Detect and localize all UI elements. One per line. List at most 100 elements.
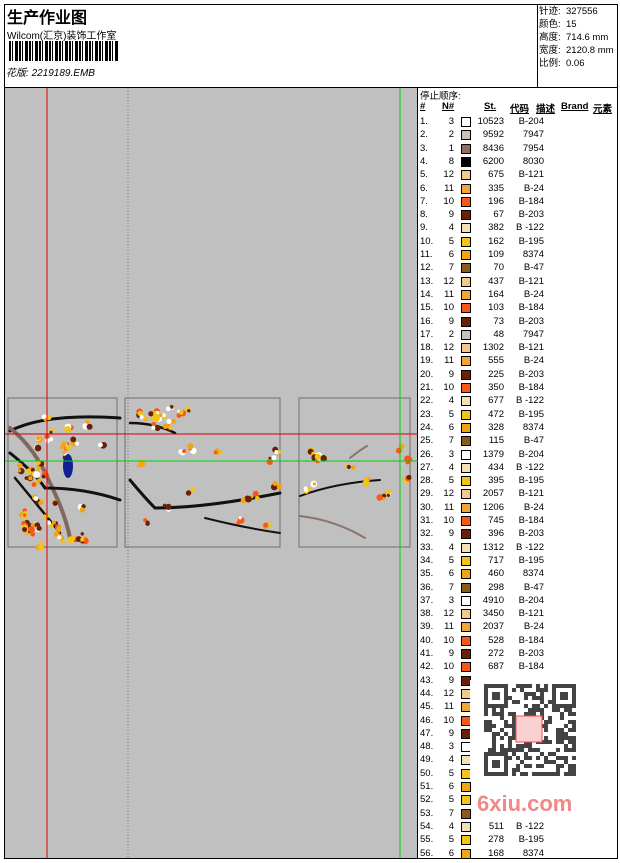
needle-number: 11 <box>444 182 454 194</box>
row-index: 39. <box>420 621 434 633</box>
flower-stitch <box>276 483 283 489</box>
flower-stitch <box>45 438 51 444</box>
flower-stitch <box>254 495 260 501</box>
needle-number: 5 <box>448 834 454 846</box>
flower-stitch <box>159 413 163 418</box>
row-index: 9. <box>420 222 428 234</box>
color-swatch <box>461 555 471 566</box>
row-index: 33. <box>420 541 434 553</box>
color-swatch <box>461 569 471 580</box>
flower-stitch <box>71 535 76 540</box>
color-code: B-204 <box>518 116 544 127</box>
stitch-count: 745 <box>488 515 504 526</box>
needle-number: 10 <box>443 515 454 526</box>
needle-number: 10 <box>443 382 454 393</box>
row-index: 5. <box>420 169 428 181</box>
flower-stitch <box>362 479 370 487</box>
needle-number: 8 <box>448 155 454 167</box>
color-code: B-184 <box>518 195 544 207</box>
flower-stitch <box>346 464 351 470</box>
stitch-count: 162 <box>488 235 504 247</box>
flower-stitch <box>386 493 390 497</box>
flower-stitch <box>314 453 321 460</box>
row-index: 48. <box>420 741 434 753</box>
table-row: 37. 3 4910 B-204 <box>418 594 618 607</box>
color-code: B-121 <box>518 169 544 181</box>
color-swatch <box>461 782 471 792</box>
color-code: B -122 <box>516 820 544 832</box>
flower-stitch <box>166 418 172 424</box>
stitch-count: 328 <box>488 421 504 433</box>
flower-stitch <box>312 482 317 486</box>
row-index: 4. <box>420 155 428 167</box>
color-code: 7954 <box>522 142 544 154</box>
row-index: 11. <box>420 249 433 260</box>
column-header: Brand <box>561 101 589 112</box>
needle-number: 5 <box>448 475 454 487</box>
row-index: 55. <box>420 834 434 846</box>
row-index: 1. <box>420 116 428 127</box>
stitch-count: 196 <box>488 195 504 207</box>
flower-stitch <box>154 424 161 432</box>
info-row: 宽度: 2120.8 mm <box>539 44 618 57</box>
color-swatch <box>461 476 471 487</box>
stitch-count: 48 <box>493 328 504 340</box>
row-index: 31. <box>420 515 434 526</box>
watermark: 6xiu.com <box>477 791 573 816</box>
table-row: 32. 9 396 B-203 <box>418 527 618 540</box>
flower-stitch <box>49 430 53 434</box>
needle-number: 7 <box>448 262 454 274</box>
flower-stitch <box>367 477 371 481</box>
table-row: 25. 7 115 B-47 <box>418 434 618 447</box>
color-code: B-184 <box>518 634 544 646</box>
info-key: 比例: <box>539 58 561 69</box>
table-row: 38. 12 3450 B-121 <box>418 607 618 620</box>
table-row: 7. 10 196 B-184 <box>418 195 618 208</box>
column-header: St. <box>484 101 497 112</box>
flower-stitch <box>156 410 160 415</box>
needle-number: 6 <box>448 249 454 260</box>
stitch-count: 472 <box>488 408 504 420</box>
stitch-count: 115 <box>488 435 504 447</box>
stitch-count: 225 <box>488 368 504 380</box>
color-swatch <box>461 276 471 287</box>
needle-number: 10 <box>443 661 454 673</box>
flower-stitch <box>148 411 154 417</box>
color-swatch <box>461 329 471 340</box>
flower-stitch <box>28 476 33 481</box>
flower-stitch <box>190 487 196 492</box>
flower-stitch <box>31 482 37 487</box>
row-index: 49. <box>420 754 434 766</box>
table-row: 15. 10 103 B-184 <box>418 301 618 314</box>
stitch-count: 460 <box>488 568 504 580</box>
color-code: B-24 <box>523 501 544 513</box>
color-swatch <box>461 516 471 526</box>
flower-stitch <box>75 441 80 446</box>
needle-number: 11 <box>444 621 454 633</box>
color-code: B-195 <box>518 554 544 566</box>
table-row: 4. 8 6200 8030 <box>418 155 618 168</box>
color-code: 7947 <box>522 129 544 141</box>
table-row: 5. 12 675 B-121 <box>418 168 618 181</box>
row-index: 19. <box>420 355 434 367</box>
color-swatch <box>461 542 471 553</box>
needle-number: 3 <box>448 116 454 127</box>
row-index: 53. <box>420 807 434 819</box>
barcode <box>9 41 119 61</box>
color-swatch <box>461 409 471 420</box>
design-preview-canvas[interactable] <box>5 88 418 858</box>
table-row: 19. 11 555 B-24 <box>418 354 618 367</box>
stitch-count: 2037 <box>482 621 504 633</box>
needle-number: 2 <box>448 129 454 141</box>
flower-stitch <box>17 462 23 469</box>
table-row: 3. 1 8436 7954 <box>418 142 618 155</box>
design-filename: 2219189.EMB <box>31 68 95 79</box>
flower-stitch <box>351 465 356 470</box>
flower-stitch <box>80 537 85 542</box>
stitch-count: 395 <box>488 475 504 487</box>
stitch-count: 511 <box>488 820 504 832</box>
needle-number: 7 <box>448 807 454 819</box>
row-index: 35. <box>420 568 434 580</box>
flower-stitch <box>263 522 269 528</box>
flower-stitch <box>34 444 42 452</box>
